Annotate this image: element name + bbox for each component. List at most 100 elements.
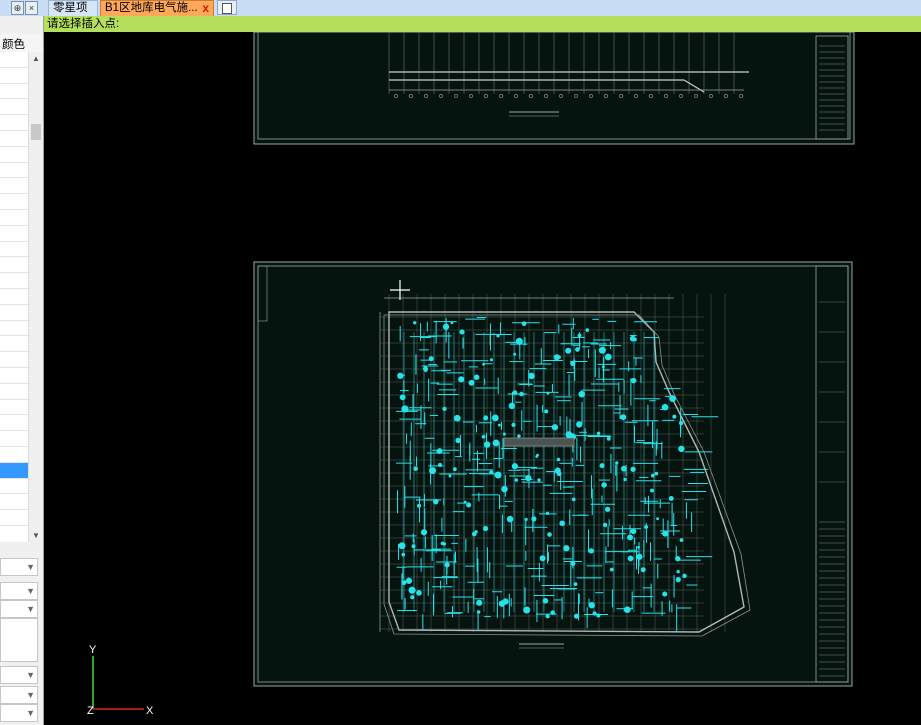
list-row[interactable] bbox=[0, 384, 28, 400]
ucs-x-label: X bbox=[146, 705, 154, 717]
close-panel-icon[interactable]: × bbox=[25, 1, 38, 15]
list-row[interactable] bbox=[0, 321, 28, 337]
list-row[interactable] bbox=[0, 400, 28, 416]
list-row[interactable] bbox=[0, 305, 28, 321]
fixture-symbol bbox=[494, 471, 502, 479]
list-row[interactable] bbox=[0, 194, 28, 210]
fixture-symbol bbox=[448, 474, 452, 478]
fixture-symbol bbox=[491, 414, 499, 422]
fixture-symbol bbox=[513, 352, 517, 356]
list-row[interactable] bbox=[0, 210, 28, 226]
chevron-down-icon: ▼ bbox=[26, 670, 35, 680]
fixture-symbol bbox=[463, 500, 467, 504]
list-row[interactable] bbox=[0, 147, 28, 163]
fixture-symbol bbox=[506, 515, 514, 523]
fixture-symbol bbox=[630, 377, 637, 384]
fixture-symbol bbox=[556, 471, 562, 477]
list-row[interactable] bbox=[0, 163, 28, 179]
list-row[interactable] bbox=[0, 462, 28, 479]
fixture-symbol bbox=[422, 366, 428, 372]
list-row[interactable] bbox=[0, 68, 28, 84]
fixture-symbol bbox=[656, 517, 660, 521]
fixture-symbol bbox=[573, 582, 578, 587]
fixture-symbol bbox=[512, 390, 518, 396]
pin-icon[interactable]: ⊕ bbox=[11, 1, 24, 15]
layer-list[interactable] bbox=[0, 52, 28, 542]
fixture-symbol bbox=[401, 552, 406, 557]
list-scrollbar[interactable]: ▲ ▼ bbox=[28, 52, 43, 542]
fixture-symbol bbox=[525, 474, 532, 482]
fixture-symbol bbox=[630, 528, 637, 535]
property-dropdown[interactable]: ▼ bbox=[0, 704, 38, 722]
list-row[interactable] bbox=[0, 431, 28, 447]
fixture-symbol bbox=[545, 614, 550, 619]
fixture-symbol bbox=[481, 434, 486, 439]
fixture-symbol bbox=[676, 569, 680, 574]
fixture-symbol bbox=[468, 379, 475, 386]
property-dropdown[interactable]: ▼ bbox=[0, 558, 38, 576]
cad-drawing[interactable]: Y X Z bbox=[44, 32, 921, 725]
fixture-symbol bbox=[576, 421, 583, 428]
fixture-symbol bbox=[524, 517, 528, 522]
fixture-symbol bbox=[452, 467, 457, 472]
list-row[interactable] bbox=[0, 336, 28, 353]
list-row[interactable] bbox=[0, 99, 28, 116]
fixture-symbol bbox=[537, 478, 541, 482]
new-document-button[interactable] bbox=[217, 0, 237, 15]
list-row[interactable] bbox=[0, 352, 28, 368]
fixture-symbol bbox=[473, 374, 480, 380]
property-field[interactable] bbox=[0, 618, 38, 662]
fixture-symbol bbox=[521, 321, 527, 327]
drawing-canvas[interactable]: Y X Z bbox=[44, 32, 921, 725]
fixture-symbol bbox=[551, 424, 559, 431]
list-row[interactable] bbox=[0, 447, 28, 463]
fixture-symbol bbox=[412, 321, 417, 325]
fixture-symbol bbox=[636, 553, 643, 560]
fixture-symbol bbox=[682, 573, 687, 579]
properties-panel: 颜色 ▲ ▼ ▼ ▼ ▼ ▼ ▼ ▼ bbox=[0, 16, 44, 725]
list-row[interactable] bbox=[0, 494, 28, 511]
list-row[interactable] bbox=[0, 131, 28, 147]
list-row[interactable] bbox=[0, 115, 28, 131]
fixture-symbol bbox=[476, 599, 483, 606]
fixture-symbol bbox=[556, 457, 561, 462]
list-row[interactable] bbox=[0, 479, 28, 495]
tab-b1-drawing[interactable]: B1区地库电气施... x bbox=[100, 0, 214, 16]
fixture-symbol bbox=[492, 439, 500, 447]
list-row[interactable] bbox=[0, 52, 28, 68]
fixture-symbol bbox=[471, 531, 477, 537]
fixture-symbol bbox=[627, 555, 634, 562]
scroll-up-icon[interactable]: ▲ bbox=[32, 54, 40, 63]
list-row[interactable] bbox=[0, 368, 28, 384]
fixture-symbol bbox=[514, 478, 519, 482]
list-row[interactable] bbox=[0, 289, 28, 305]
fixture-symbol bbox=[592, 611, 597, 616]
ucs-y-label: Y bbox=[89, 644, 97, 656]
list-row[interactable] bbox=[0, 226, 28, 242]
scroll-down-icon[interactable]: ▼ bbox=[32, 531, 40, 540]
fixture-symbol bbox=[669, 395, 676, 402]
property-dropdown[interactable]: ▼ bbox=[0, 666, 38, 684]
fixture-symbol bbox=[620, 414, 627, 421]
property-dropdown[interactable]: ▼ bbox=[0, 686, 38, 704]
fixture-symbol bbox=[429, 467, 437, 475]
scroll-thumb[interactable] bbox=[31, 124, 41, 140]
list-row[interactable] bbox=[0, 415, 28, 432]
list-row[interactable] bbox=[0, 242, 28, 258]
chevron-down-icon: ▼ bbox=[26, 586, 35, 596]
property-dropdown[interactable]: ▼ bbox=[0, 600, 38, 618]
chevron-down-icon: ▼ bbox=[26, 604, 35, 614]
fixture-symbol bbox=[476, 610, 481, 614]
fixture-symbol bbox=[440, 541, 445, 546]
tab-zero-items[interactable]: 零星项目 bbox=[48, 0, 98, 29]
list-row[interactable] bbox=[0, 273, 28, 289]
fixture-symbol bbox=[397, 372, 404, 379]
fixture-symbol bbox=[502, 432, 506, 436]
list-row[interactable] bbox=[0, 178, 28, 195]
close-tab-icon[interactable]: x bbox=[202, 1, 209, 16]
property-dropdown[interactable]: ▼ bbox=[0, 582, 38, 600]
list-row[interactable] bbox=[0, 257, 28, 274]
fixture-symbol bbox=[570, 561, 576, 566]
list-row[interactable] bbox=[0, 510, 28, 526]
list-row[interactable] bbox=[0, 84, 28, 100]
